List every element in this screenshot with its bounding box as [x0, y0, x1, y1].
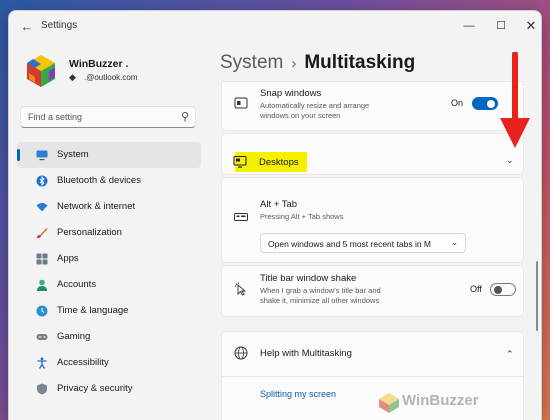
sidebar-item-label: Accessibility — [57, 357, 109, 368]
sidebar-item-label: Apps — [57, 253, 79, 264]
person-icon — [37, 279, 47, 291]
chevron-up-icon[interactable]: ⌃ — [506, 349, 514, 360]
breadcrumb-separator: › — [291, 55, 297, 72]
alt-tab-dropdown[interactable]: Open windows and 5 most recent tabs in M… — [260, 233, 466, 253]
sidebar-item-label: Bluetooth & devices — [57, 175, 141, 186]
accessibility-icon — [37, 357, 47, 369]
watermark-logo — [379, 393, 399, 413]
back-button[interactable]: ← — [17, 17, 37, 37]
app-title: Settings — [41, 20, 78, 31]
title-bar-shake-toggle[interactable] — [490, 283, 516, 296]
minimize-button[interactable]: — — [455, 16, 483, 36]
shake-cursor-icon — [235, 282, 247, 296]
sidebar-item-label: System — [57, 149, 89, 160]
selection-indicator — [17, 149, 20, 161]
chevron-down-icon: ⌄ — [451, 238, 458, 247]
sidebar-item-label: Network & internet — [57, 201, 136, 212]
search-placeholder: Find a setting — [28, 112, 83, 122]
close-button[interactable]: ✕ — [517, 16, 541, 36]
apps-icon — [36, 253, 48, 265]
sidebar-item-system[interactable]: System — [17, 142, 201, 168]
splitting-screen-link[interactable]: Splitting my screen — [260, 389, 336, 399]
keyboard-tab-icon — [234, 213, 248, 221]
search-input[interactable]: Find a setting ⚲ — [20, 106, 196, 128]
divider — [222, 376, 523, 377]
globe-clock-icon — [36, 305, 48, 317]
maximize-button[interactable]: ☐ — [487, 16, 515, 36]
sidebar-item-label: Gaming — [57, 331, 91, 342]
sidebar-item-bluetooth[interactable]: Bluetooth & devices — [17, 168, 201, 194]
settings-window: ← Settings — ☐ ✕ WinBuzzer . ◆ .@outlook… — [8, 10, 542, 420]
desktops-title: Desktops — [259, 157, 299, 168]
user-name: WinBuzzer . — [69, 58, 129, 70]
sidebar-item-personalization[interactable]: Personalization — [17, 220, 201, 246]
snap-windows-state-label: On — [451, 98, 464, 108]
sidebar-item-gaming[interactable]: Gaming — [17, 324, 201, 350]
snap-layout-icon — [234, 97, 248, 109]
title-bar-shake-desc-line2: shake it, minimize all other windows — [260, 296, 380, 305]
brush-icon — [37, 228, 48, 239]
sidebar-item-accessibility[interactable]: Accessibility — [17, 350, 201, 376]
snap-windows-desc-line1: Automatically resize and arrange — [260, 101, 370, 110]
shield-icon — [37, 383, 47, 395]
sidebar-item-time-language[interactable]: Time & language — [17, 298, 201, 324]
scrollbar[interactable] — [536, 261, 538, 331]
title-bar-shake-state-label: Off — [470, 284, 482, 294]
title-bar: ← Settings — ☐ ✕ — [9, 11, 541, 41]
monitor-icon — [36, 150, 48, 161]
sidebar-item-label: Personalization — [57, 227, 122, 238]
sidebar-item-privacy-security[interactable]: Privacy & security — [17, 376, 201, 402]
watermark-text: WinBuzzer — [402, 392, 479, 409]
alt-tab-title: Alt + Tab — [260, 199, 298, 210]
page-title: Multitasking — [304, 52, 416, 73]
snap-windows-desc-line2: windows on your screen — [260, 111, 341, 120]
annotation-arrow — [500, 52, 530, 148]
account-icon: ◆ — [69, 72, 76, 82]
breadcrumb: System › Multitasking — [220, 52, 415, 74]
chevron-down-icon[interactable]: ⌄ — [506, 155, 514, 166]
sidebar-item-label: Time & language — [57, 305, 129, 316]
help-title: Help with Multitasking — [260, 348, 352, 359]
wifi-icon — [36, 203, 48, 212]
alt-tab-selected-value: Open windows and 5 most recent tabs in M — [268, 239, 431, 249]
sidebar-item-network[interactable]: Network & internet — [17, 194, 201, 220]
title-bar-shake-title: Title bar window shake — [260, 273, 357, 284]
sidebar-item-label: Accounts — [57, 279, 97, 290]
sidebar-item-accounts[interactable]: Accounts — [17, 272, 201, 298]
alt-tab-desc: Pressing Alt + Tab shows — [260, 212, 344, 221]
toggle-knob — [494, 285, 502, 294]
avatar[interactable] — [21, 53, 61, 93]
breadcrumb-parent[interactable]: System — [220, 52, 283, 73]
sidebar-item-apps[interactable]: Apps — [17, 246, 201, 272]
user-email: .@outlook.com — [84, 73, 138, 82]
title-bar-shake-desc-line1: When I grab a window's title bar and — [260, 286, 381, 295]
sidebar-nav: System Bluetooth & devices Network & int… — [17, 142, 201, 402]
snap-windows-title: Snap windows — [260, 88, 322, 99]
search-icon: ⚲ — [180, 111, 189, 123]
desktops-icon — [233, 155, 247, 168]
title-bar-shake-card[interactable]: Title bar window shake When I grab a win… — [221, 265, 524, 317]
snap-windows-card[interactable]: Snap windows Automatically resize and ar… — [221, 81, 524, 131]
sidebar-item-label: Privacy & security — [57, 383, 133, 394]
gamepad-icon — [36, 334, 48, 340]
globe-icon — [234, 346, 248, 360]
bluetooth-icon — [36, 175, 48, 187]
